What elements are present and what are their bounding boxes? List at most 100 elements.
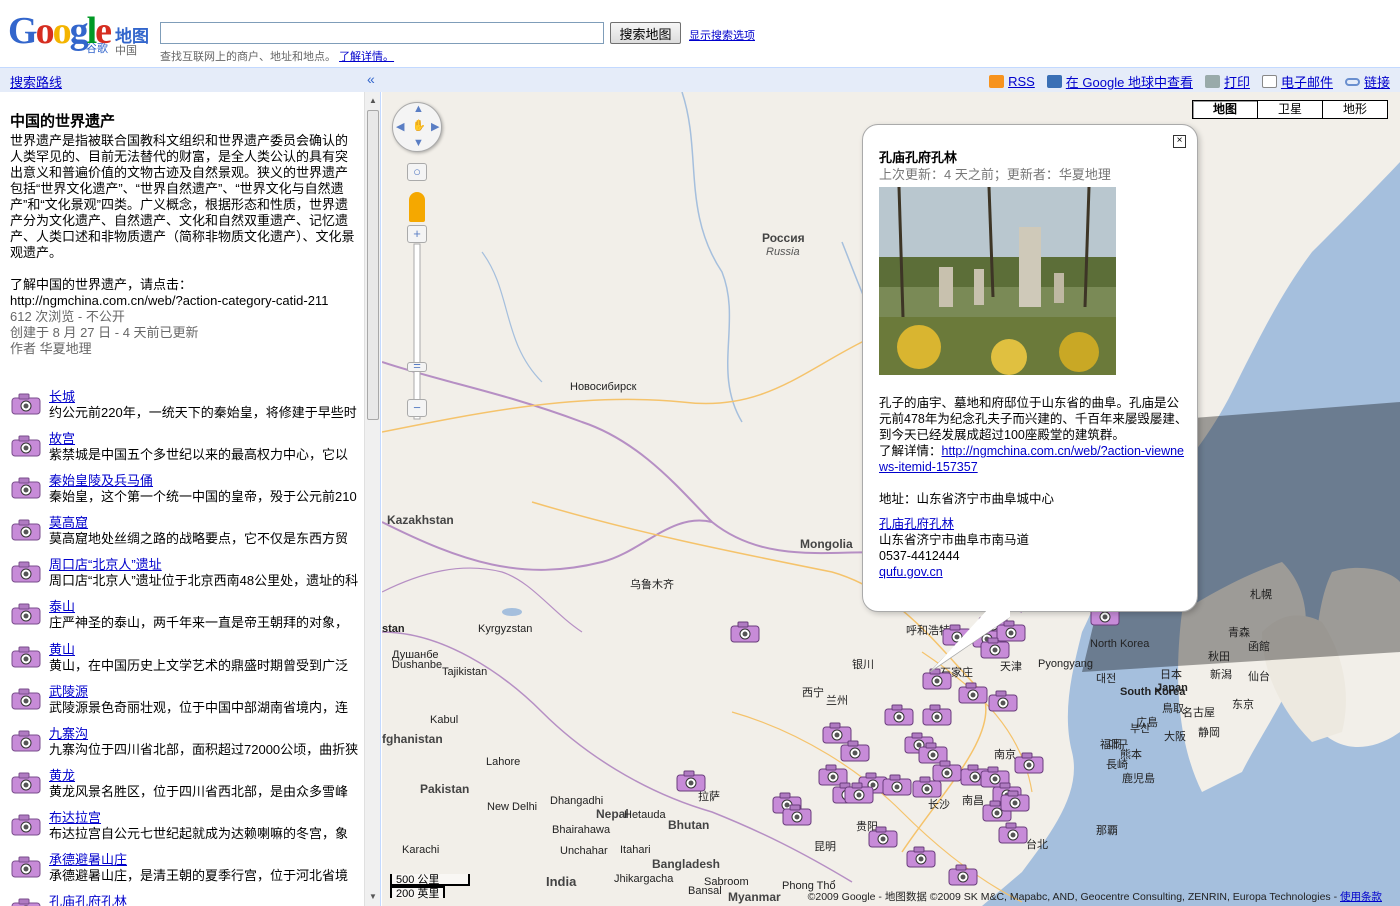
rss-action[interactable]: RSS (989, 74, 1035, 89)
panel-scrollbar[interactable]: ▲ ▼ (364, 92, 380, 906)
map-type-satellite-button[interactable]: 卫星 (1257, 100, 1323, 119)
list-item[interactable]: 故宫 紫禁城是中国五个多世纪以来的最高权力中心，它以 (10, 427, 360, 469)
google-maps-logo[interactable]: Google 地图 谷歌 中国 (8, 12, 153, 57)
email-link[interactable]: 电子邮件 (1281, 72, 1333, 91)
label-north-korea: North Korea (1090, 638, 1150, 650)
camera-marker-icon[interactable] (884, 704, 914, 726)
label-kyrgyzstan: Kyrgyzstan (478, 623, 533, 635)
list-item[interactable]: 黄山 黄山，在中国历史上文学艺术的鼎盛时期曾受到广泛 (10, 638, 360, 680)
label-dushanbe-en: Dushanbe (392, 659, 443, 671)
list-item[interactable]: 九寨沟 九寨沟位于四川省北部，面积超过72000公顷，曲折狭 (10, 722, 360, 764)
label-fukuoka: 福岡 (1100, 739, 1122, 751)
email-action[interactable]: 电子邮件 (1261, 72, 1333, 91)
label-mongolia: Mongolia (800, 537, 853, 551)
list-item[interactable]: 秦始皇陵及兵马俑 秦始皇，这个第一个统一中国的皇帝，殁于公元前210 (10, 469, 360, 511)
list-item[interactable]: 周口店“北京人”遗址 周口店“北京人”遗址位于北京西南48公里处，遗址的科 (10, 553, 360, 595)
list-item[interactable]: 孔庙孔府孔林 (10, 890, 360, 906)
list-item-title[interactable]: 孔庙孔府孔林 (49, 891, 127, 906)
info-address: 地址：山东省济宁市曲阜城中心 (879, 492, 1055, 506)
list-item[interactable]: 武陵源 武陵源景色奇丽壮观，位于中国中部湖南省境内，连 (10, 680, 360, 722)
camera-marker-icon[interactable] (906, 846, 936, 868)
camera-marker-icon[interactable] (840, 740, 870, 762)
pan-right-icon[interactable]: ▶ (431, 120, 439, 133)
close-icon[interactable]: × (1173, 135, 1186, 148)
camera-marker-icon[interactable] (988, 690, 1018, 712)
info-website-link[interactable]: qufu.gov.cn (879, 565, 943, 579)
chain-link-icon (1344, 77, 1360, 86)
list-item[interactable]: 长城 约公元前220年，一统天下的秦始皇，将修建于早些时 (10, 385, 360, 427)
google-earth-action[interactable]: 在 Google 地球中查看 (1046, 72, 1193, 91)
label-sabroom: Sabroom (704, 876, 749, 888)
view-in-earth-link[interactable]: 在 Google 地球中查看 (1066, 72, 1193, 91)
pan-down-icon[interactable]: ▼ (413, 137, 424, 149)
hand-icon: ✋ (412, 120, 426, 132)
zoom-out-icon[interactable]: − (407, 399, 427, 417)
camera-marker-icon[interactable] (868, 826, 898, 848)
label-russia-en: Russia (766, 246, 800, 258)
camera-marker-icon[interactable] (676, 770, 706, 792)
label-shizuoka: 静岡 (1198, 727, 1220, 739)
scroll-up-arrow-icon[interactable]: ▲ (369, 96, 377, 105)
camera-icon (11, 477, 41, 499)
list-item[interactable]: 承德避暑山庄 承德避暑山庄，是清王朝的夏季行宫，位于河北省境 (10, 848, 360, 890)
info-learn-label: 了解详情： (879, 444, 942, 458)
scroll-down-arrow-icon[interactable]: ▼ (369, 892, 377, 901)
camera-marker-icon[interactable] (922, 704, 952, 726)
info-place-link[interactable]: 孔庙孔府孔林 (879, 517, 954, 531)
camera-marker-icon[interactable] (958, 682, 988, 704)
camera-marker-icon[interactable] (912, 776, 942, 798)
camera-marker-icon[interactable] (882, 774, 912, 796)
label-itahari: Itahari (620, 844, 651, 856)
created-date: 创建于 8 月 27 日 - 4 天前已更新 (10, 325, 199, 340)
camera-marker-icon[interactable] (1014, 752, 1044, 774)
list-item-desc: 黄龙风景名胜区，位于四川省西北部，是由众多雪峰 (49, 783, 349, 799)
pan-left-icon[interactable]: ◀ (396, 120, 404, 133)
camera-marker-icon[interactable] (998, 822, 1028, 844)
terms-link[interactable]: 使用条款 (1340, 891, 1382, 903)
list-item-desc: 秦始皇，这个第一个统一中国的皇帝，殁于公元前210 (49, 489, 357, 505)
camera-marker-icon[interactable] (782, 804, 812, 826)
label-urumqi: 乌鲁木齐 (630, 579, 674, 591)
camera-marker-icon[interactable] (1000, 790, 1030, 812)
info-phone: 0537-4412444 (879, 549, 960, 563)
search-maps-button[interactable]: 搜索地图 (610, 22, 681, 44)
pan-control[interactable]: ▲ ◀ ▶ ▼ ✋ (392, 102, 442, 152)
zoom-slider-thumb[interactable]: = (407, 359, 427, 372)
learn-more-link[interactable]: 了解详情。 (339, 51, 394, 63)
list-item[interactable]: 黄龙 黄龙风景名胜区，位于四川省西北部，是由众多雪峰 (10, 764, 360, 806)
search-route-link[interactable]: 搜索路线 (10, 72, 62, 91)
link-link[interactable]: 链接 (1364, 72, 1390, 91)
label-daejeon: 대전 (1096, 673, 1117, 685)
list-item[interactable]: 泰山 庄严神圣的泰山，两千年来一直是帝王朝拜的对象， (10, 595, 360, 637)
print-action[interactable]: 打印 (1204, 72, 1250, 91)
scroll-thumb[interactable] (367, 110, 379, 420)
list-item[interactable]: 布达拉宫 布达拉宫自公元七世纪起就成为达赖喇嘛的冬宫，象 (10, 806, 360, 848)
reset-view-icon[interactable]: ○ (407, 163, 427, 181)
link-action[interactable]: 链接 (1344, 72, 1390, 91)
print-link[interactable]: 打印 (1224, 72, 1250, 91)
camera-icon (11, 688, 41, 710)
collapse-panel-icon[interactable]: « (367, 71, 375, 87)
label-changsha: 长沙 (928, 799, 950, 811)
list-item[interactable]: 莫高窟 莫高窟地处丝绸之路的战略要点，它不仅是东西方贸 (10, 511, 360, 553)
copyright-text: ©2009 Google - 地图数据 ©2009 SK M&C, Mapabc… (807, 891, 1340, 903)
camera-marker-icon[interactable] (948, 864, 978, 886)
map-type-terrain-button[interactable]: 地形 (1322, 100, 1388, 119)
rss-link[interactable]: RSS (1008, 74, 1035, 89)
pegman-icon[interactable] (409, 192, 425, 222)
show-search-options-link[interactable]: 显示搜索选项 (689, 27, 755, 43)
map-type-map-button[interactable]: 地图 (1192, 100, 1258, 119)
map-type-control: 地图 卫星 地形 (1192, 100, 1388, 119)
label-karachi: Karachi (402, 844, 440, 856)
label-lanzhou: 兰州 (826, 695, 848, 707)
label-bhairahawa: Bhairahawa (552, 824, 611, 836)
pan-up-icon[interactable]: ▲ (413, 103, 424, 115)
zoom-in-icon[interactable]: + (407, 225, 427, 243)
scale-mi: 200 英里 (390, 886, 445, 900)
map-description-text: 世界遗产是指被联合国教科文组织和世界遗产委员会确认的人类罕见的、目前无法替代的财… (10, 133, 355, 260)
camera-marker-icon[interactable] (844, 782, 874, 804)
camera-marker-icon[interactable] (730, 621, 760, 643)
search-input[interactable] (160, 22, 604, 44)
label-russia: Россия (762, 231, 805, 245)
map-canvas[interactable]: Россия Russia Новосибирск Kazakhstan Mon… (382, 92, 1400, 906)
